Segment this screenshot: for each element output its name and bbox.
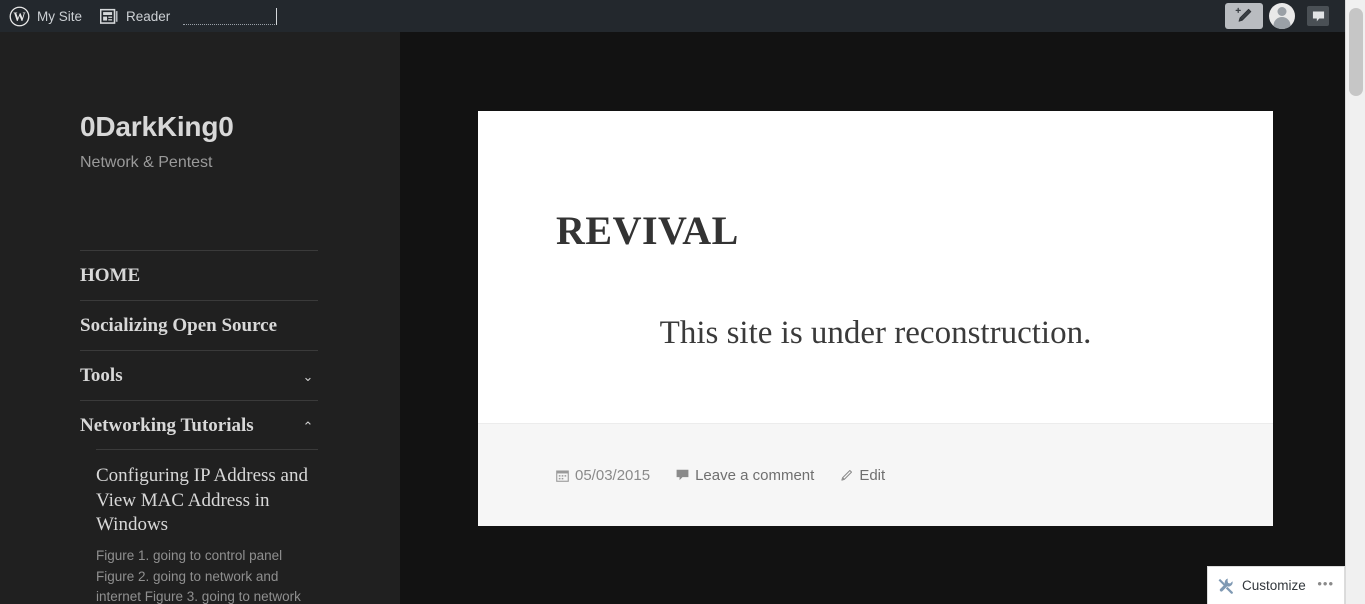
post-card: REVIVAL This site is under reconstructio… — [478, 111, 1273, 526]
nav-label: Socializing Open Source — [80, 314, 278, 336]
avatar-body-icon — [1273, 17, 1291, 29]
submenu-item-title: Configuring IP Address and View MAC Addr… — [96, 465, 308, 535]
edit-post-label: Edit — [859, 466, 886, 484]
post-paragraph: This site is under reconstruction. — [659, 315, 1092, 351]
customize-bar[interactable]: Customize ••• — [1207, 566, 1345, 604]
comment-bubble-icon — [1312, 10, 1325, 23]
text-caret — [276, 8, 277, 25]
adminbar-reader[interactable]: Reader — [91, 0, 179, 32]
site-description: Network & Pentest — [80, 154, 213, 171]
site-sidebar: 0DarkKing0 Network & Pentest HOME Social… — [0, 32, 400, 604]
adminbar-reader-label: Reader — [126, 8, 171, 24]
vertical-scrollbar[interactable] — [1345, 0, 1365, 604]
browser-viewport: W My Site Reader 0DarkKing0 Network & Pe… — [0, 0, 1365, 604]
sidebar-item-home[interactable]: HOME — [80, 250, 318, 300]
edit-post-link[interactable]: Edit — [840, 467, 885, 484]
new-post-pencil-icon — [1234, 6, 1254, 26]
avatar[interactable] — [1269, 3, 1295, 29]
customize-label: Customize — [1242, 578, 1306, 593]
wordpress-logo-icon: W — [9, 6, 30, 27]
primary-navigation: HOME Socializing Open Source Tools ⌄ Net… — [80, 250, 318, 604]
customize-tools-icon — [1218, 577, 1242, 594]
submenu-item-excerpt: Figure 1. going to control panel Figure … — [96, 548, 301, 604]
submenu-networking-tutorials: Configuring IP Address and View MAC Addr… — [80, 449, 318, 604]
wp-admin-bar: W My Site Reader — [0, 0, 1345, 32]
content-area: REVIVAL This site is under reconstructio… — [400, 32, 1345, 604]
notifications-button[interactable] — [1307, 6, 1329, 26]
sidebar-item-networking-tutorials[interactable]: Networking Tutorials ⌃ — [80, 399, 318, 450]
site-title[interactable]: 0DarkKing0 — [80, 111, 234, 143]
scrollbar-thumb[interactable] — [1349, 8, 1363, 96]
avatar-head-icon — [1277, 7, 1287, 16]
list-item[interactable]: Configuring IP Address and View MAC Addr… — [96, 449, 318, 604]
pencil-icon — [840, 469, 859, 482]
search-input-underline — [183, 24, 277, 25]
adminbar-my-site[interactable]: W My Site — [0, 0, 91, 32]
nav-label: Networking Tutorials — [80, 414, 254, 436]
new-post-button[interactable] — [1225, 3, 1263, 29]
nav-label: Tools — [80, 364, 123, 386]
post-date-label: 05/03/2015 — [575, 466, 651, 484]
post-body: REVIVAL This site is under reconstructio… — [478, 111, 1273, 423]
page-title: REVIVAL — [556, 208, 739, 253]
leave-a-comment-label: Leave a comment — [695, 466, 815, 484]
leave-a-comment-link[interactable]: Leave a comment — [676, 467, 814, 484]
adminbar-search-input[interactable] — [183, 8, 277, 25]
chevron-down-icon[interactable]: ⌄ — [300, 365, 318, 383]
chevron-up-icon[interactable]: ⌃ — [300, 415, 318, 433]
post-date: 05/03/2015 — [556, 467, 650, 484]
adminbar-my-site-label: My Site — [37, 8, 83, 24]
comment-icon — [676, 469, 695, 481]
adminbar-right-group — [1225, 0, 1345, 32]
nav-label: HOME — [80, 265, 141, 286]
post-meta: 05/03/2015 Leave a comment Edit — [556, 467, 885, 484]
sidebar-item-tools[interactable]: Tools ⌄ — [80, 349, 318, 400]
more-options-icon[interactable]: ••• — [1317, 577, 1334, 594]
calendar-icon — [556, 469, 575, 482]
post-footer: 05/03/2015 Leave a comment Edit — [478, 423, 1273, 526]
reader-icon — [99, 8, 119, 25]
sidebar-item-socializing-open-source[interactable]: Socializing Open Source — [80, 299, 318, 350]
svg-text:W: W — [13, 10, 26, 24]
